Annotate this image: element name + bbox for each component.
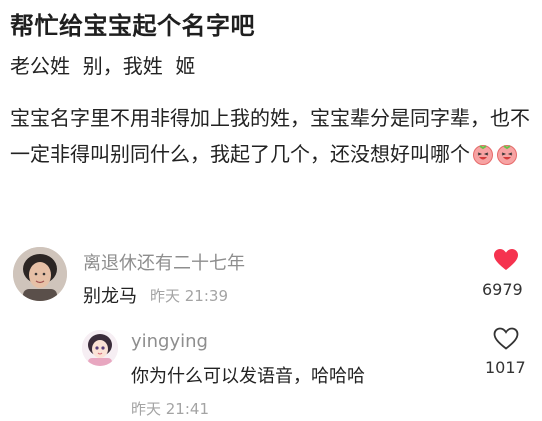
like-heart-outline-icon[interactable] [493,327,519,351]
post-page: 帮忙给宝宝起个名字吧 老公姓 别，我姓 姬 宝宝名字里不用非得加上我的姓，宝宝辈… [0,0,542,421]
like-heart-icon[interactable] [493,248,519,272]
post-body: 宝宝名字里不用非得加上我的姓，宝宝辈分是同字辈，也不一定非得叫别同什么，我起了几… [10,100,535,172]
comment-username[interactable]: 离退休还有二十七年 [83,249,245,275]
reply-text: 你为什么可以发语音，哈哈哈 [131,366,365,387]
avatar[interactable] [13,247,67,301]
laughing-emoji-icon [472,140,494,165]
reply-time: 昨天 21:41 [131,400,209,418]
post-subtitle: 老公姓 别，我姓 姬 [10,54,196,78]
avatar[interactable] [82,330,118,366]
post-title: 帮忙给宝宝起个名字吧 [10,12,255,40]
laughing-emoji-icon [496,140,518,165]
like-count: 1017 [485,358,526,377]
like-count: 6979 [482,280,523,299]
comment-time: 昨天 21:39 [150,287,228,305]
comment-text: 别龙马 [83,286,137,307]
reply-username[interactable]: yingying [131,331,208,352]
post-body-text: 宝宝名字里不用非得加上我的姓，宝宝辈分是同字辈，也不一定非得叫别同什么，我起了几… [10,106,530,166]
